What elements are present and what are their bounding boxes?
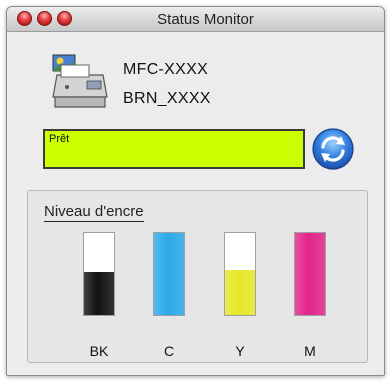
ink-bar-c: [153, 232, 185, 316]
ink-bar-bk: [83, 232, 115, 316]
ink-fill-y: [225, 269, 255, 315]
status-indicator: Prêt: [43, 129, 305, 169]
status-monitor-window: Status Monitor MFC-XXXX BRN_XXXX Prêt Ni…: [6, 6, 385, 376]
printer-icon: [52, 54, 108, 108]
refresh-button[interactable]: [311, 127, 355, 171]
title-bar[interactable]: Status Monitor: [7, 7, 384, 32]
device-node-name: BRN_XXXX: [123, 90, 211, 107]
ink-label-m: M: [304, 343, 316, 359]
ink-level-panel: Niveau d'encre BK C Y M: [27, 190, 368, 363]
device-model: MFC-XXXX: [123, 61, 209, 78]
ink-label-y: Y: [235, 343, 245, 359]
ink-fill-c: [154, 233, 184, 315]
ink-bar-m: [294, 232, 326, 316]
ink-level-heading: Niveau d'encre: [44, 203, 144, 222]
ink-fill-m: [295, 233, 325, 315]
window-title: Status Monitor: [157, 11, 254, 28]
status-text: Prêt: [49, 133, 70, 145]
ink-fill-bk: [84, 271, 114, 315]
ink-bar-y: [224, 232, 256, 316]
ink-label-bk: BK: [89, 343, 109, 359]
ink-label-c: C: [163, 343, 175, 359]
